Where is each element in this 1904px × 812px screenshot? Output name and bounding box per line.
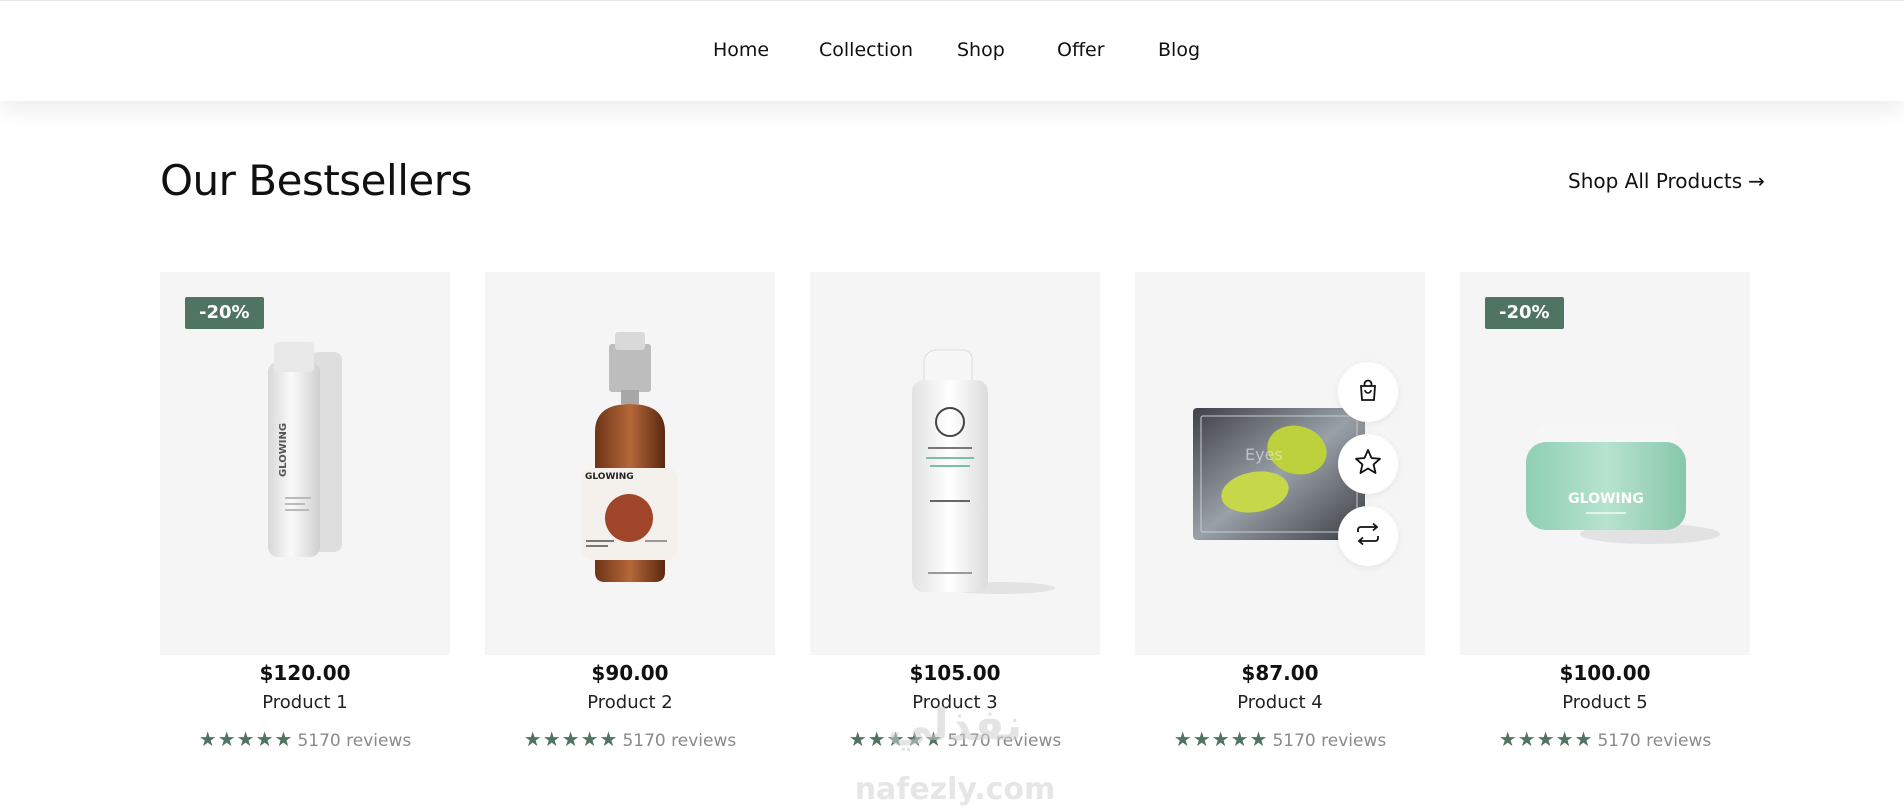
star-rating-icons: ★★★★★ [1173,727,1269,751]
product-name[interactable]: Product 1 [160,692,450,713]
discount-badge: -20% [1485,297,1564,329]
nav-link-offer[interactable]: Offer [1057,39,1105,61]
product-card-4[interactable]: Eyes $87.00 Product 4 ★★★★★ 5170 reviews [1135,272,1425,756]
serum-bottle-image: GLOWING [268,342,342,557]
arrow-right-icon: → [1748,169,1765,193]
product-rating: ★★★★★ 5170 reviews [160,727,450,751]
top-navigation-bar: Home Collection Shop Offer Blog [0,0,1904,101]
main-nav: Home Collection Shop Offer Blog [0,1,1904,102]
shopping-bag-icon [1355,377,1381,407]
product-price: $120.00 [259,661,351,685]
star-rating-icons: ★★★★★ [523,727,619,751]
review-count: 5170 reviews [297,731,412,751]
nav-link-home[interactable]: Home [713,39,769,61]
review-count: 5170 reviews [1597,731,1712,751]
review-count: 5170 reviews [622,731,737,751]
compare-arrows-icon [1354,522,1382,550]
review-count: 5170 reviews [1272,731,1387,751]
product-rating: ★★★★★ 5170 reviews [1460,727,1750,751]
product-card-5[interactable]: GLOWING -20% $100.00 Product 5 ★★★★★ 5170… [1460,272,1750,756]
product-price: $100.00 [1559,661,1651,685]
product-rating: ★★★★★ 5170 reviews [810,727,1100,751]
product-card-1[interactable]: GLOWING -20% $120.00 Product 1 ★★★★★ 5170… [160,272,450,756]
shop-all-products-link[interactable]: Shop All Products → [1568,169,1765,193]
product-image-3[interactable] [810,272,1100,655]
watermark-latin: nafezly.com [854,772,1056,807]
product-rating: ★★★★★ 5170 reviews [1135,727,1425,751]
product-image-1[interactable]: GLOWING -20% [160,272,450,655]
product-name[interactable]: Product 4 [1135,692,1425,713]
svg-text:GLOWING: GLOWING [585,472,634,482]
product-name[interactable]: Product 5 [1460,692,1750,713]
amber-bottle-image: GLOWING [581,332,677,582]
shop-all-label: Shop All Products [1568,169,1743,193]
cream-jar-image: GLOWING [1526,424,1720,544]
foam-cleanser-bottle-image [912,349,1055,594]
product-name[interactable]: Product 3 [810,692,1100,713]
product-name[interactable]: Product 2 [485,692,775,713]
nav-link-collection[interactable]: Collection [819,39,913,61]
compare-button[interactable] [1338,506,1398,566]
product-price: $105.00 [909,661,1001,685]
review-count: 5170 reviews [947,731,1062,751]
product-image-4[interactable]: Eyes [1135,272,1425,655]
product-image-2[interactable]: GLOWING [485,272,775,655]
product-price: $90.00 [591,661,669,685]
product-rating: ★★★★★ 5170 reviews [485,727,775,751]
svg-text:GLOWING: GLOWING [278,423,289,477]
product-price: $87.00 [1241,661,1319,685]
product-card-2[interactable]: GLOWING $90.00 Product 2 ★★★★★ 5170 revie… [485,272,775,756]
svg-text:Eyes: Eyes [1245,445,1283,464]
discount-badge: -20% [185,297,264,329]
product-card-3[interactable]: $105.00 Product 3 ★★★★★ 5170 reviews [810,272,1100,756]
star-rating-icons: ★★★★★ [848,727,944,751]
star-rating-icons: ★★★★★ [198,727,294,751]
star-outline-icon [1353,447,1383,481]
add-to-wishlist-button[interactable] [1338,434,1398,494]
svg-text:GLOWING: GLOWING [1568,491,1644,507]
add-to-cart-button[interactable] [1338,362,1398,422]
nav-link-blog[interactable]: Blog [1158,39,1200,61]
star-rating-icons: ★★★★★ [1498,727,1594,751]
product-image-5[interactable]: GLOWING -20% [1460,272,1750,655]
nav-link-shop[interactable]: Shop [957,39,1005,61]
section-title: Our Bestsellers [160,156,472,205]
